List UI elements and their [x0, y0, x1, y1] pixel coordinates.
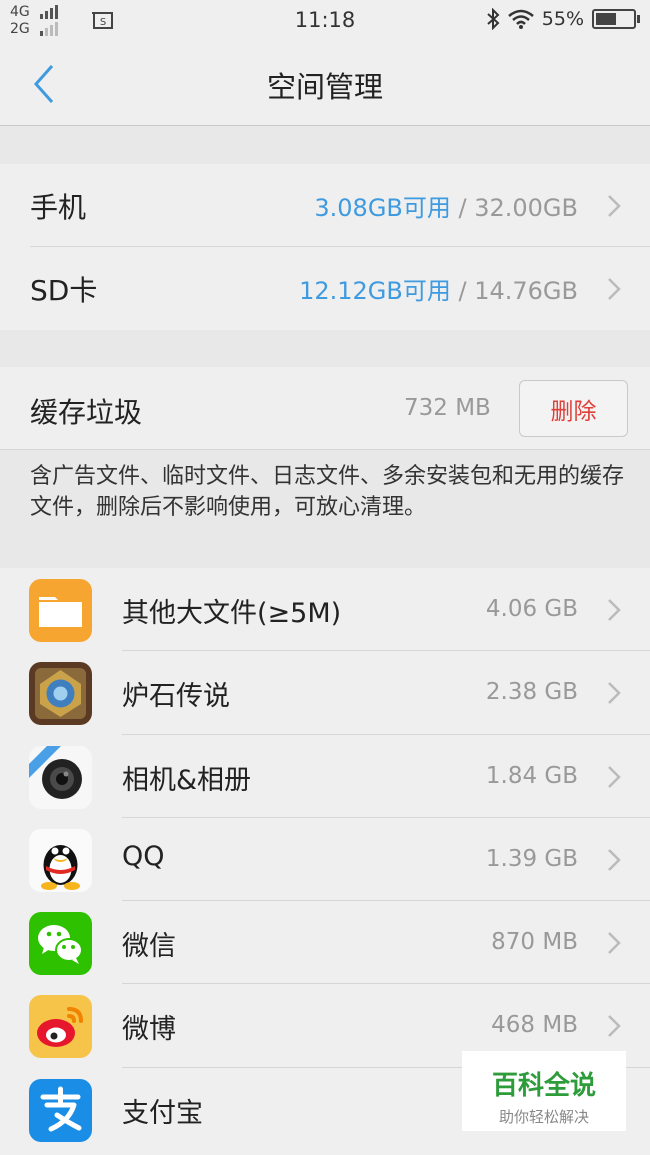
hearthstone-icon — [29, 662, 92, 726]
app-size: 1.84 GB — [485, 762, 578, 789]
app-size: 468 MB — [491, 1012, 578, 1039]
status-bar: 4G 2G S 11:18 55% — [0, 0, 650, 44]
chevron-right-icon — [608, 932, 621, 955]
storage-row-phone[interactable]: 手机 3.08GB可用 / 32.00GB — [0, 164, 650, 247]
page-title: 空间管理 — [266, 70, 383, 104]
chevron-right-icon — [608, 849, 621, 871]
storage-label: SD卡 — [30, 273, 98, 307]
app-name: 其他大文件(≥5M) — [122, 598, 342, 629]
chevron-right-icon — [608, 277, 621, 300]
app-name: 微信 — [122, 931, 176, 963]
app-name: 微博 — [122, 1014, 176, 1046]
app-name: 炉石传说 — [122, 681, 230, 713]
wifi-icon — [507, 9, 534, 29]
wechat-icon — [29, 912, 92, 976]
battery-percent: 55% — [541, 8, 584, 30]
watermark-subtitle: 助你轻松解决 — [498, 1108, 589, 1126]
app-name: 相机&相册 — [122, 764, 252, 796]
storage-card: 手机 3.08GB可用 / 32.00GB SD卡 12.12GB可用 / 14… — [0, 164, 650, 330]
cache-size: 732 MB — [404, 395, 491, 421]
chevron-right-icon — [608, 599, 621, 621]
app-size: 4.06 GB — [485, 596, 578, 622]
list-item[interactable]: 相机&相册 1.84 GB — [0, 735, 650, 818]
storage-total: / 32.00GB — [450, 194, 579, 222]
watermark: 百科全说 助你轻松解决 — [462, 1051, 626, 1131]
delete-cache-button[interactable]: 删除 — [519, 380, 628, 437]
battery-icon — [592, 9, 640, 29]
storage-value: 12.12GB可用 / 14.76GB — [299, 271, 578, 306]
list-item[interactable]: 微信 870 MB — [0, 901, 650, 985]
chevron-right-icon — [608, 1015, 621, 1038]
chevron-right-icon — [608, 194, 621, 217]
app-size: 870 MB — [491, 929, 578, 956]
watermark-title: 百科全说 — [491, 1071, 596, 1101]
storage-value: 3.08GB可用 / 32.00GB — [314, 188, 578, 223]
storage-available: 3.08GB可用 — [314, 194, 451, 222]
list-item[interactable]: 其他大文件(≥5M) 4.06 GB — [0, 568, 650, 652]
storage-available: 12.12GB可用 — [299, 277, 451, 305]
qq-icon — [29, 828, 92, 892]
cache-label: 缓存垃圾 — [30, 396, 143, 429]
list-item[interactable]: 炉石传说 2.38 GB — [0, 651, 650, 735]
chevron-right-icon — [608, 682, 621, 705]
bluetooth-icon — [487, 8, 500, 30]
list-item[interactable]: QQ 1.39 GB — [0, 818, 650, 902]
cache-row: 缓存垃圾 732 MB 删除 — [0, 367, 650, 450]
alipay-icon — [29, 1078, 92, 1142]
chevron-right-icon — [608, 765, 621, 788]
storage-total: / 14.76GB — [450, 277, 579, 305]
folder-icon — [29, 579, 92, 642]
storage-row-sd[interactable]: SD卡 12.12GB可用 / 14.76GB — [0, 247, 650, 330]
navigation-bar: 空间管理 — [0, 44, 650, 126]
app-size: 1.39 GB — [485, 845, 578, 872]
app-name: QQ — [122, 840, 165, 872]
app-name: 支付宝 — [122, 1097, 203, 1129]
app-size: 2.38 GB — [485, 679, 578, 706]
camera-icon — [29, 745, 92, 809]
cache-description: 含广告文件、临时文件、日志文件、多余安装包和无用的缓存文件，删除后不影响使用，可… — [0, 451, 650, 533]
storage-label: 手机 — [30, 190, 87, 224]
weibo-icon — [29, 995, 92, 1059]
